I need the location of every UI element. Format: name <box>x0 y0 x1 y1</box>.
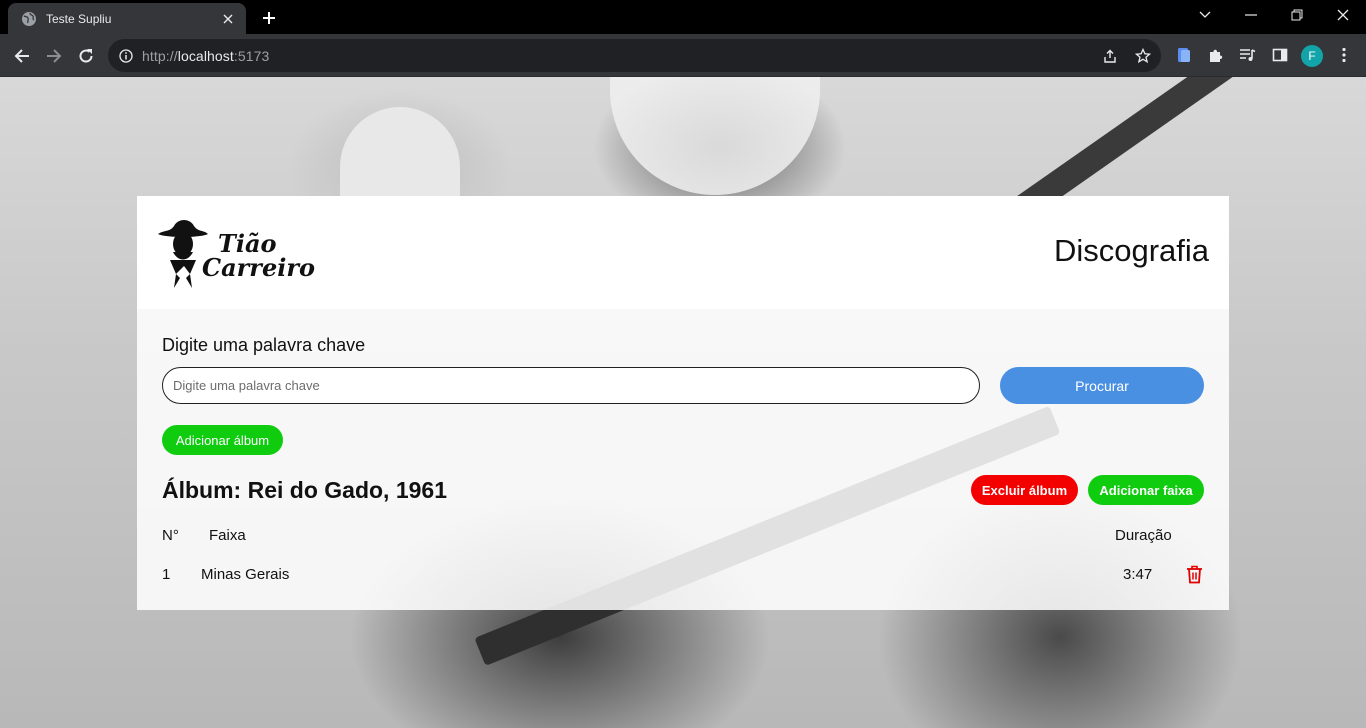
browser-tab-strip: Teste Supliu <box>0 0 1366 34</box>
column-header-number: N° <box>162 527 179 544</box>
forward-icon[interactable] <box>40 42 68 70</box>
track-number: 1 <box>162 566 171 583</box>
media-controls-icon[interactable] <box>1238 45 1258 65</box>
browser-tab[interactable]: Teste Supliu <box>8 3 246 34</box>
svg-text:Carreiro: Carreiro <box>202 253 315 282</box>
reload-icon[interactable] <box>72 42 100 70</box>
card-body: Digite uma palavra chave Procurar Adicio… <box>137 309 1229 610</box>
column-header-duration: Duração <box>1115 527 1172 544</box>
delete-track-trash-icon[interactable] <box>1184 563 1204 585</box>
tab-search-icon[interactable] <box>1182 0 1228 30</box>
bookmark-star-icon[interactable] <box>1134 47 1152 65</box>
url-text: http://localhost:5173 <box>142 47 270 64</box>
back-icon[interactable] <box>8 42 36 70</box>
track-name: Minas Gerais <box>201 566 290 583</box>
discography-card: Tião Carreiro Discografia Digite uma pal… <box>137 196 1229 610</box>
page-viewport: Tião Carreiro Discografia Digite uma pal… <box>0 77 1366 728</box>
menu-kebab-icon[interactable] <box>1334 45 1354 65</box>
share-icon[interactable] <box>1101 47 1119 65</box>
profile-avatar[interactable]: F <box>1301 45 1323 67</box>
side-panel-icon[interactable] <box>1270 45 1290 65</box>
info-icon[interactable] <box>117 47 135 65</box>
search-button[interactable]: Procurar <box>1000 367 1204 404</box>
tab-title: Teste Supliu <box>46 11 112 26</box>
address-bar[interactable]: http://localhost:5173 <box>108 39 1161 72</box>
search-input[interactable] <box>162 367 980 404</box>
extensions-puzzle-icon[interactable] <box>1206 45 1226 65</box>
track-duration: 3:47 <box>1123 566 1153 583</box>
column-header-track: Faixa <box>209 527 246 544</box>
search-label: Digite uma palavra chave <box>162 335 366 355</box>
add-album-button[interactable]: Adicionar álbum <box>162 425 283 455</box>
new-tab-button[interactable] <box>258 7 280 29</box>
minimize-icon[interactable] <box>1228 0 1274 30</box>
extension-docs-icon[interactable] <box>1174 45 1194 65</box>
tiao-carreiro-logo: Tião Carreiro <box>156 214 324 292</box>
globe-icon <box>21 11 37 27</box>
album-title: Álbum: Rei do Gado, 1961 <box>162 477 447 503</box>
card-header: Tião Carreiro Discografia <box>137 196 1229 309</box>
restore-icon[interactable] <box>1274 0 1320 30</box>
page-title: Discografia <box>1053 233 1209 268</box>
close-tab-icon[interactable] <box>220 11 236 27</box>
browser-toolbar: http://localhost:5173 F <box>0 34 1366 77</box>
delete-album-button[interactable]: Excluir álbum <box>971 475 1078 505</box>
close-window-icon[interactable] <box>1320 0 1366 30</box>
add-track-button[interactable]: Adicionar faixa <box>1088 475 1204 505</box>
